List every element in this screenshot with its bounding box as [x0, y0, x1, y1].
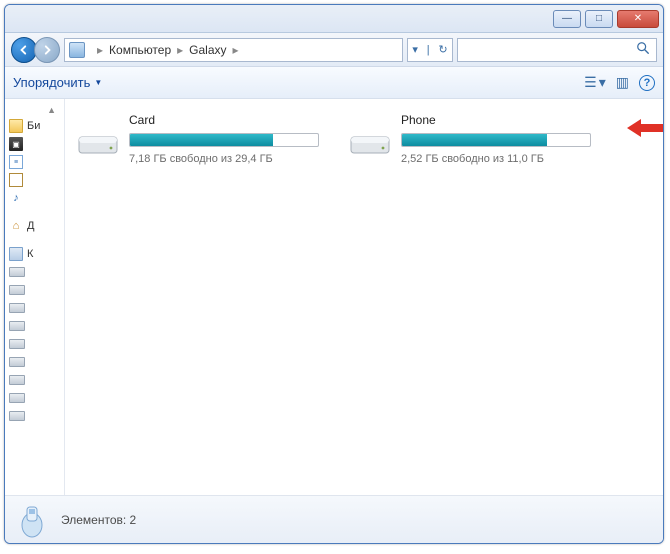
video-icon: ▣	[9, 137, 23, 151]
preview-pane-button[interactable]: ▥	[616, 74, 629, 91]
drive-icon	[9, 375, 25, 385]
preview-pane-icon: ▥	[616, 74, 629, 91]
breadcrumb-seg[interactable]: Galaxy	[189, 43, 226, 57]
sidebar: ▲ Би ▣ ≡ ♪ ⌂ Д К	[5, 99, 65, 495]
sidebar-item-homegroup[interactable]: ⌂ Д	[7, 217, 62, 235]
chevron-right-icon: ▸	[91, 43, 109, 57]
sidebar-item-label: К	[27, 248, 33, 260]
status-text: Элементов: 2	[61, 513, 136, 527]
nav-row: ▸ Компьютер ▸ Galaxy ▸ ▾ | ↻	[5, 33, 663, 67]
sidebar-item-pictures[interactable]	[7, 171, 62, 189]
sidebar-item-drive[interactable]	[7, 263, 62, 281]
refresh-box[interactable]: ▾ | ↻	[407, 38, 453, 62]
storage-drive-icon	[77, 129, 119, 159]
nav-buttons	[11, 37, 60, 63]
drive-status: 7,18 ГБ свободно из 29,4 ГБ	[129, 153, 329, 165]
sidebar-item-libraries[interactable]: Би	[7, 117, 62, 135]
forward-button[interactable]	[34, 37, 60, 63]
drive-item-card[interactable]: Card 7,18 ГБ свободно из 29,4 ГБ	[77, 113, 329, 165]
drive-name: Phone	[401, 113, 601, 127]
breadcrumb-seg[interactable]: Компьютер	[109, 43, 171, 57]
storage-drive-icon	[349, 129, 391, 159]
history-dropdown-icon[interactable]: ▾	[412, 43, 418, 56]
drive-icon	[9, 321, 25, 331]
drive-icon	[9, 267, 25, 277]
capacity-fill	[402, 134, 547, 146]
chevron-right-icon: ▸	[227, 43, 245, 57]
maximize-button[interactable]: □	[585, 10, 613, 28]
drive-icon	[9, 303, 25, 313]
computer-icon	[9, 247, 23, 261]
sidebar-item-drive[interactable]	[7, 317, 62, 335]
drive-name: Card	[129, 113, 329, 127]
content-pane: Card 7,18 ГБ свободно из 29,4 ГБ Phone	[65, 99, 663, 495]
capacity-fill	[130, 134, 273, 146]
scroll-up-icon[interactable]: ▲	[7, 105, 62, 117]
sidebar-item-label: Би	[27, 120, 40, 132]
refresh-icon[interactable]: ↻	[438, 43, 447, 56]
sidebar-item-documents[interactable]: ≡	[7, 153, 62, 171]
divider: |	[427, 44, 430, 56]
sidebar-item-drive[interactable]	[7, 353, 62, 371]
drive-status: 2,52 ГБ свободно из 11,0 ГБ	[401, 153, 601, 165]
sidebar-item-drive[interactable]	[7, 335, 62, 353]
drive-icon	[9, 393, 25, 403]
sidebar-item-computer[interactable]: К	[7, 245, 62, 263]
capacity-bar	[401, 133, 591, 147]
sidebar-item-music[interactable]: ♪	[7, 189, 62, 207]
folder-icon	[9, 119, 23, 133]
toolbar: Упорядочить ▼ ☰ ▾ ▥ ?	[5, 67, 663, 99]
view-list-icon: ☰	[584, 74, 597, 91]
help-icon: ?	[644, 77, 651, 89]
sidebar-item-drive[interactable]	[7, 389, 62, 407]
drive-icon	[9, 285, 25, 295]
chevron-right-icon: ▸	[171, 43, 189, 57]
drive-icon	[9, 411, 25, 421]
drive-icon	[9, 339, 25, 349]
drive-icon	[9, 357, 25, 367]
minimize-button[interactable]: —	[553, 10, 581, 28]
organize-label: Упорядочить	[13, 75, 90, 90]
search-input[interactable]	[457, 38, 657, 62]
capacity-bar	[129, 133, 319, 147]
chevron-down-icon: ▼	[94, 78, 102, 87]
document-icon: ≡	[9, 155, 23, 169]
picture-icon	[9, 173, 23, 187]
sidebar-item-videos[interactable]: ▣	[7, 135, 62, 153]
help-button[interactable]: ?	[639, 75, 655, 91]
organize-menu[interactable]: Упорядочить ▼	[13, 75, 102, 90]
body-area: ▲ Би ▣ ≡ ♪ ⌂ Д К	[5, 99, 663, 495]
sidebar-item-label: Д	[27, 220, 34, 232]
chevron-down-icon: ▾	[599, 74, 606, 91]
device-icon	[15, 501, 49, 539]
drive-list: Card 7,18 ГБ свободно из 29,4 ГБ Phone	[77, 113, 651, 165]
sidebar-item-drive[interactable]	[7, 407, 62, 425]
status-bar: Элементов: 2	[5, 495, 663, 543]
sidebar-item-drive[interactable]	[7, 281, 62, 299]
explorer-window: — □ ✕ ▸ Компьютер ▸ Galaxy ▸ ▾ | ↻	[4, 4, 664, 544]
drive-item-phone[interactable]: Phone 2,52 ГБ свободно из 11,0 ГБ	[349, 113, 601, 165]
sidebar-item-drive[interactable]	[7, 299, 62, 317]
breadcrumb[interactable]: ▸ Компьютер ▸ Galaxy ▸	[64, 38, 403, 62]
homegroup-icon: ⌂	[9, 219, 23, 233]
sidebar-item-drive[interactable]	[7, 371, 62, 389]
computer-icon	[69, 42, 85, 58]
search-icon	[636, 41, 650, 58]
titlebar: — □ ✕	[5, 5, 663, 33]
view-mode-button[interactable]: ☰ ▾	[584, 74, 606, 91]
annotation-arrow-icon	[627, 117, 663, 144]
music-icon: ♪	[9, 191, 23, 205]
close-button[interactable]: ✕	[617, 10, 659, 28]
